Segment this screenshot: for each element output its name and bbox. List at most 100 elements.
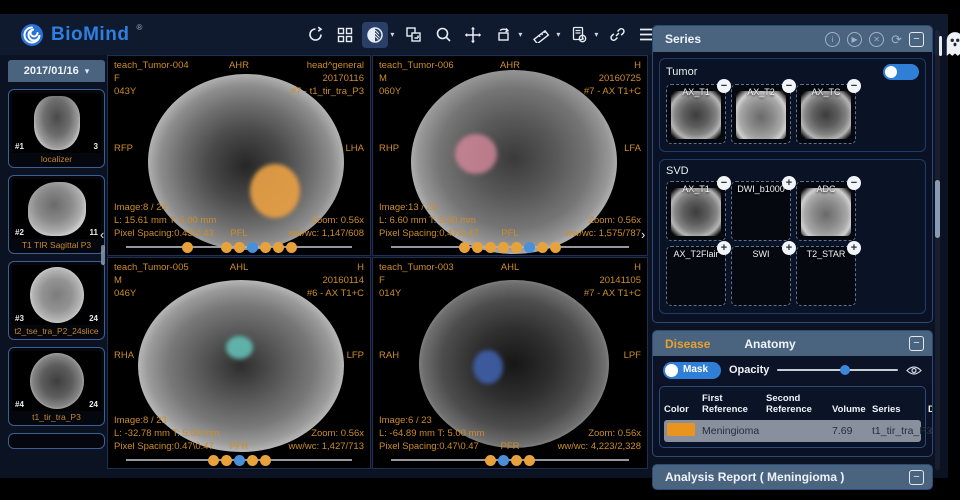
- sidebar-collapse-handle[interactable]: ‹: [100, 229, 104, 241]
- collapse-analysis-icon[interactable]: −: [909, 470, 924, 485]
- add-badge[interactable]: +: [717, 241, 731, 255]
- key-image-dot[interactable]: [221, 242, 232, 253]
- image-count: 24: [89, 314, 98, 323]
- add-badge[interactable]: +: [782, 241, 796, 255]
- series-number: #4: [15, 400, 24, 409]
- key-image-dot[interactable]: [208, 455, 219, 466]
- key-image-dot[interactable]: [260, 242, 271, 253]
- tumor-overlay-blue: [473, 350, 503, 384]
- viewport-top-right[interactable]: teach_Tumor-006M060Y AHR H20160725#7 - A…: [372, 55, 648, 256]
- series-thumb-ax-tc[interactable]: − AX_TC: [796, 84, 856, 144]
- magnify-icon[interactable]: [430, 22, 456, 48]
- col-first-reference: First Reference: [702, 391, 764, 417]
- key-image-dot[interactable]: [511, 242, 522, 253]
- right-panel-scrollbar[interactable]: [935, 30, 940, 470]
- key-image-dot[interactable]: [234, 242, 245, 253]
- svd-thumb-t2-star[interactable]: + T2_STAR: [796, 246, 856, 306]
- ghost-widget[interactable]: [944, 30, 960, 63]
- series-thumbnail-sagittal[interactable]: #2 11 T1 TIR Sagittal P3: [8, 175, 105, 254]
- svd-thumb-dwi-b1000[interactable]: + DWI_b1000: [731, 181, 791, 241]
- study-date-selector[interactable]: 2017/01/16 ▾: [8, 60, 105, 82]
- svd-thumb-ax-t2flair[interactable]: + AX_T2Flair: [666, 246, 726, 306]
- add-badge[interactable]: +: [782, 176, 796, 190]
- key-image-dots[interactable]: [373, 454, 647, 466]
- refresh-series-icon[interactable]: ⟳: [891, 33, 902, 46]
- disease-table-row[interactable]: Meningioma 7.69 t1_tir_tra_P3: [664, 420, 921, 442]
- key-image-dots[interactable]: [108, 241, 370, 253]
- svd-thumb-swi[interactable]: + SWI: [731, 246, 791, 306]
- close-circle-icon[interactable]: ✕: [869, 32, 884, 47]
- key-image-dot[interactable]: [247, 242, 258, 253]
- svd-thumb-adc[interactable]: − ADC: [796, 181, 856, 241]
- key-image-dot[interactable]: [485, 242, 496, 253]
- series-thumbnail-t1-tir[interactable]: #4 24 t1_tir_tra_P3: [8, 347, 105, 426]
- play-circle-icon[interactable]: ▶: [847, 32, 862, 47]
- svd-thumb-ax-t1[interactable]: − AX_T1: [666, 181, 726, 241]
- remove-badge[interactable]: −: [717, 176, 731, 190]
- window-level-caret[interactable]: ▾: [390, 30, 394, 39]
- key-image-dot[interactable]: [550, 242, 561, 253]
- measure-caret[interactable]: ▾: [556, 30, 560, 39]
- measure-icon[interactable]: [528, 22, 554, 48]
- collapse-disease-icon[interactable]: −: [909, 336, 924, 351]
- tab-anatomy[interactable]: Anatomy: [744, 337, 795, 351]
- disease-anatomy-tabs: Disease Anatomy −: [653, 331, 932, 356]
- link-icon[interactable]: [604, 22, 630, 48]
- key-image-dot[interactable]: [459, 242, 470, 253]
- key-image-dot[interactable]: [511, 455, 522, 466]
- key-image-dot[interactable]: [221, 455, 232, 466]
- row-eye-icon[interactable]: [928, 426, 933, 436]
- rotate-caret[interactable]: ▾: [518, 30, 522, 39]
- swap-icon[interactable]: [400, 22, 426, 48]
- study-info: H20160725#7 - AX T1+C: [584, 59, 641, 98]
- remove-badge[interactable]: −: [782, 79, 796, 93]
- key-image-dot[interactable]: [472, 242, 483, 253]
- key-image-dot[interactable]: [498, 455, 509, 466]
- series-thumbnail-t2-tse[interactable]: #3 24 t2_tse_tra_P2_24slice: [8, 261, 105, 340]
- report-icon[interactable]: [566, 22, 592, 48]
- viewport-bottom-right[interactable]: teach_Tumor-003F014Y AHL H20141105#7 - A…: [372, 257, 648, 469]
- key-image-dot[interactable]: [485, 455, 496, 466]
- layout-grid-icon[interactable]: [332, 22, 358, 48]
- remove-badge[interactable]: −: [717, 79, 731, 93]
- sidebar-scrollbar[interactable]: [101, 245, 105, 265]
- key-image-dot[interactable]: [524, 455, 535, 466]
- add-badge[interactable]: +: [847, 241, 861, 255]
- series-thumb-ax-t2[interactable]: − AX_T2: [731, 84, 791, 144]
- refresh-icon[interactable]: [302, 22, 328, 48]
- report-caret[interactable]: ▾: [594, 30, 598, 39]
- key-image-dot[interactable]: [286, 242, 297, 253]
- viewport-top-left[interactable]: teach_Tumor-004F043Y AHR head^general201…: [107, 55, 371, 256]
- right-panel-collapse-handle[interactable]: ›: [641, 229, 645, 241]
- thumb-image: [671, 91, 721, 139]
- series-thumbnail-localizer[interactable]: #1 3 localizer: [8, 89, 105, 168]
- tumor-toggle[interactable]: [883, 64, 919, 80]
- remove-badge[interactable]: −: [847, 79, 861, 93]
- key-image-dot[interactable]: [498, 242, 509, 253]
- key-image-dot[interactable]: [273, 242, 284, 253]
- key-image-dots[interactable]: [373, 241, 647, 253]
- mask-toggle[interactable]: Mask: [663, 362, 721, 379]
- key-image-dots[interactable]: [108, 454, 370, 466]
- opacity-slider-thumb[interactable]: [840, 365, 850, 375]
- collapse-series-icon[interactable]: −: [909, 32, 924, 47]
- analysis-report-header[interactable]: Analysis Report ( Meningioma ) −: [652, 464, 933, 490]
- remove-badge[interactable]: −: [847, 176, 861, 190]
- viewport-bottom-left[interactable]: teach_Tumor-005M046Y AHL H20160114#6 - A…: [107, 257, 371, 469]
- series-thumb-ax-t1[interactable]: − AX_T1: [666, 84, 726, 144]
- key-image-dot[interactable]: [247, 455, 258, 466]
- pan-icon[interactable]: [460, 22, 486, 48]
- key-image-dot[interactable]: [182, 242, 193, 253]
- key-image-dot[interactable]: [537, 242, 548, 253]
- tumor-group-label: Tumor: [666, 66, 697, 78]
- opacity-eye-icon[interactable]: [906, 365, 922, 376]
- key-image-dot[interactable]: [234, 455, 245, 466]
- window-level-icon[interactable]: [362, 22, 388, 48]
- key-image-dot[interactable]: [524, 242, 535, 253]
- rotate-icon[interactable]: [490, 22, 516, 48]
- opacity-slider[interactable]: [777, 363, 898, 377]
- tab-disease[interactable]: Disease: [665, 337, 710, 351]
- key-image-dot[interactable]: [260, 455, 271, 466]
- info-circle-icon[interactable]: i: [825, 32, 840, 47]
- series-thumbnail-partial[interactable]: [8, 433, 105, 449]
